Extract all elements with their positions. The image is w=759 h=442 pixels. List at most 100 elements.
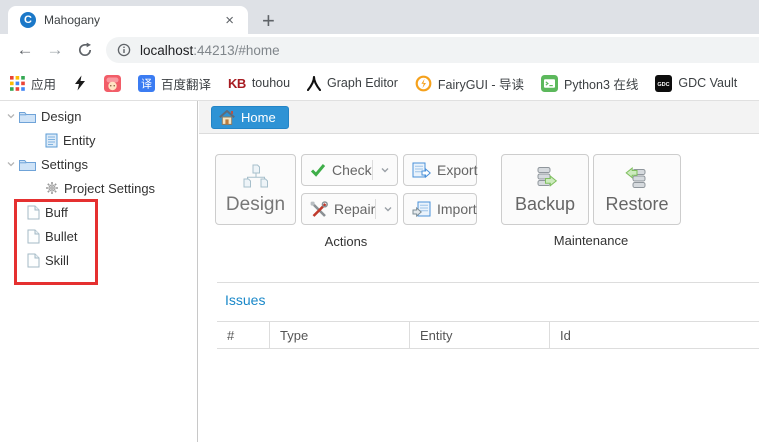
svg-text:译: 译 <box>141 77 152 90</box>
tree-label: Skill <box>45 253 69 268</box>
info-icon[interactable] <box>117 43 131 57</box>
bookmark-touhou[interactable]: KB touhou <box>228 76 290 91</box>
new-tab-button[interactable]: + <box>262 8 275 34</box>
url-text: localhost:44213/#home <box>140 43 280 58</box>
back-icon[interactable]: ← <box>10 40 40 60</box>
import-button[interactable]: Import <box>403 193 477 225</box>
bookmark-python3[interactable]: Python3 在线 <box>541 74 638 93</box>
design-label: Design <box>226 194 285 216</box>
repair-icon <box>310 201 328 218</box>
forward-icon[interactable]: → <box>40 40 70 60</box>
export-icon <box>412 162 431 179</box>
export-button[interactable]: Export <box>403 154 477 186</box>
backup-icon <box>532 165 559 191</box>
gear-icon <box>45 181 59 195</box>
maintenance-group-label: Maintenance <box>501 233 681 248</box>
issues-table-header: # Type Entity Id <box>217 321 759 349</box>
backup-label: Backup <box>515 194 575 215</box>
design-icon <box>241 164 271 191</box>
document-icon <box>45 133 58 148</box>
column-header-id[interactable]: Id <box>550 322 759 348</box>
tree-node-entity[interactable]: Entity <box>0 128 197 152</box>
svg-text:GDC: GDC <box>658 82 670 88</box>
tree-node-bullet[interactable]: Bullet <box>0 224 197 248</box>
browser-tab[interactable]: C Mahogany × <box>8 6 248 34</box>
kb-icon: KB <box>228 76 246 91</box>
tree-node-settings[interactable]: Settings <box>0 152 197 176</box>
site-favicon: C <box>20 12 36 28</box>
check-button[interactable]: Check <box>301 154 398 186</box>
bookmark-label: 应用 <box>31 74 56 93</box>
page-icon <box>27 253 40 268</box>
restore-label: Restore <box>605 194 668 215</box>
tree-node-buff[interactable]: Buff <box>0 200 197 224</box>
tree-node-project-settings[interactable]: Project Settings <box>0 176 197 200</box>
gdc-icon: GDC <box>655 75 672 92</box>
check-icon <box>310 163 326 177</box>
tree-label: Design <box>41 109 81 124</box>
tab-home[interactable]: Home <box>211 106 289 129</box>
bookmark-baidu-translate[interactable]: 译 百度翻译 <box>138 74 211 93</box>
app-page: Design Entity Settings <box>0 101 759 442</box>
column-header-type[interactable]: Type <box>270 322 410 348</box>
sidebar-tree: Design Entity Settings <box>0 101 198 442</box>
page-icon <box>27 205 40 220</box>
design-button[interactable]: Design <box>215 154 296 225</box>
translate-icon: 译 <box>138 75 155 92</box>
main-content: Home Design Check <box>199 101 759 442</box>
reload-icon[interactable] <box>70 42 100 58</box>
browser-tab-bar: C Mahogany × + <box>0 0 759 34</box>
folder-icon <box>19 110 36 123</box>
repair-label: Repair <box>334 201 375 217</box>
repair-dropdown[interactable] <box>375 199 393 219</box>
person-icon <box>307 76 321 91</box>
bookmarks-bar: 应用 译 百度翻译 KB touhou G <box>0 66 759 101</box>
tab-home-label: Home <box>241 110 276 125</box>
bookmark-graph-editor[interactable]: Graph Editor <box>307 76 398 91</box>
bookmark-apps[interactable]: 应用 <box>10 74 56 93</box>
pink-app-icon <box>104 75 121 92</box>
import-icon <box>412 201 431 218</box>
bookmark-lightning[interactable] <box>73 75 87 91</box>
browser-window: C Mahogany × + ← → localhost:44213/#home <box>0 0 759 442</box>
restore-button[interactable]: Restore <box>593 154 681 225</box>
tree-label: Project Settings <box>64 181 155 196</box>
content-tab-bar: Home <box>199 101 759 134</box>
tab-close-icon[interactable]: × <box>219 12 240 29</box>
folder-icon <box>19 158 36 171</box>
chevron-down-icon <box>383 205 393 213</box>
repair-button[interactable]: Repair <box>301 193 398 225</box>
chevron-down-icon <box>380 166 390 174</box>
chevron-down-icon[interactable] <box>5 158 19 170</box>
tree-label: Settings <box>41 157 88 172</box>
page-icon <box>27 229 40 244</box>
bookmark-gdc-vault[interactable]: GDC GDC Vault <box>655 75 737 92</box>
backup-button[interactable]: Backup <box>501 154 589 225</box>
tree-label: Buff <box>45 205 68 220</box>
address-bar[interactable]: localhost:44213/#home <box>106 37 759 63</box>
actions-group-label: Actions <box>256 234 436 249</box>
tab-title: Mahogany <box>44 13 219 27</box>
home-icon <box>219 110 235 125</box>
column-header-entity[interactable]: Entity <box>410 322 550 348</box>
check-dropdown[interactable] <box>372 160 390 180</box>
check-label: Check <box>332 162 372 178</box>
browser-toolbar: ← → localhost:44213/#home <box>0 34 759 66</box>
bookmark-pink-app[interactable] <box>104 75 121 92</box>
green-terminal-icon <box>541 75 558 92</box>
lightning-icon <box>73 75 87 91</box>
column-header-number[interactable]: # <box>217 322 270 348</box>
restore-icon <box>624 165 651 191</box>
bookmark-fairygui[interactable]: FairyGUI - 导读 <box>415 74 524 93</box>
issues-panel: Issues # Type Entity Id <box>217 282 759 349</box>
export-label: Export <box>437 162 477 178</box>
apps-grid-icon <box>10 76 25 91</box>
import-label: Import <box>437 201 477 217</box>
chevron-down-icon[interactable] <box>5 110 19 122</box>
issues-title: Issues <box>225 292 759 308</box>
tree-label: Entity <box>63 133 96 148</box>
tree-label: Bullet <box>45 229 78 244</box>
orange-ring-icon <box>415 75 432 92</box>
tree-node-skill[interactable]: Skill <box>0 248 197 272</box>
tree-node-design[interactable]: Design <box>0 104 197 128</box>
